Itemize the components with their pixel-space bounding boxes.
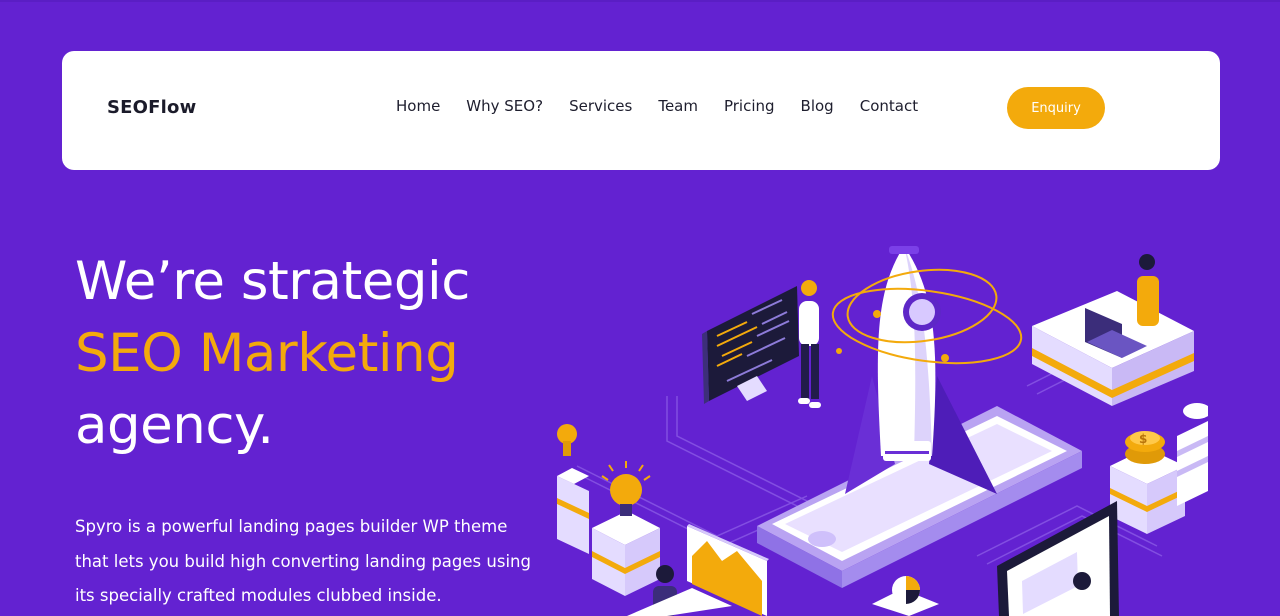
pie-box-shape: [872, 576, 939, 616]
coin-tower-shape: $: [1110, 431, 1185, 534]
woman-figure-shape: [798, 280, 821, 408]
server-stack-shape: [1177, 403, 1208, 506]
nav-link-home[interactable]: Home: [396, 97, 440, 115]
nav-link-pricing[interactable]: Pricing: [724, 97, 775, 115]
nav-link-blog[interactable]: Blog: [801, 97, 834, 115]
enquiry-button[interactable]: Enquiry: [1007, 87, 1105, 129]
hero-title-line-3: agency.: [75, 395, 274, 456]
hero-title: We’re strategic SEO Marketing agency.: [75, 246, 470, 462]
hero-description: Spyro is a powerful landing pages builde…: [75, 517, 531, 605]
monitor-bottom-right-shape: [997, 501, 1119, 616]
svg-text:$: $: [1139, 432, 1147, 446]
lightbulb-box-shape: [592, 461, 660, 596]
brand-logo[interactable]: SEOFlow: [107, 97, 196, 118]
navbar: SEOFlow Home Why SEO? Services Team Pric…: [62, 51, 1220, 170]
nav-link-services[interactable]: Services: [569, 97, 632, 115]
main-nav: Home Why SEO? Services Team Pricing Blog…: [396, 97, 944, 115]
rocket-shape: [845, 246, 997, 494]
trophy-box-shape: [557, 424, 589, 554]
seo-rocket-illustration-icon: $: [557, 236, 1208, 616]
nav-link-team[interactable]: Team: [658, 97, 698, 115]
laptop-platform-shape: [1032, 254, 1194, 406]
hero-title-line-2: SEO Marketing: [75, 323, 459, 384]
code-monitor-shape: [702, 286, 799, 404]
nav-link-contact[interactable]: Contact: [860, 97, 918, 115]
hero-title-line-1: We’re strategic: [75, 251, 470, 312]
top-border: [0, 0, 1280, 2]
nav-link-why-seo[interactable]: Why SEO?: [466, 97, 543, 115]
